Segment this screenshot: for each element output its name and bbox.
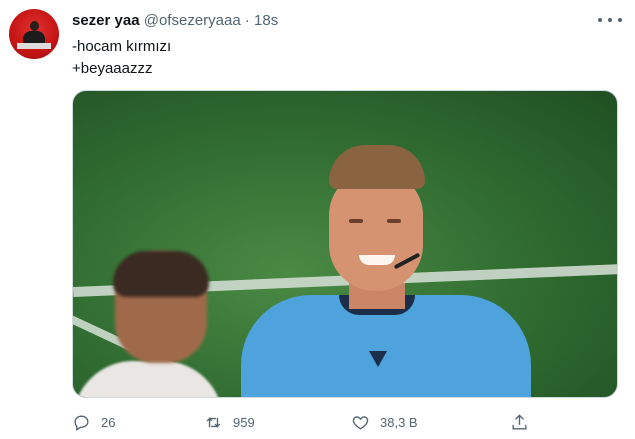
author-name[interactable]: sezer yaa bbox=[72, 12, 140, 29]
tweet-actions: 26 959 38,3 B bbox=[72, 412, 542, 432]
like-heart-icon bbox=[352, 415, 369, 430]
tweet-text: -hocam kırmızı +beyaaazzz bbox=[72, 38, 172, 77]
tweet-timestamp[interactable]: 18s bbox=[254, 12, 278, 29]
retweet-icon bbox=[206, 416, 221, 428]
tweet-header: sezer yaa @ofsezeryaaa · 18s bbox=[72, 11, 278, 31]
separator-dot: · bbox=[244, 12, 250, 29]
referee-hair bbox=[329, 145, 425, 189]
referee-smile bbox=[359, 255, 395, 265]
referee-eye bbox=[387, 219, 401, 223]
retweet-button[interactable]: 959 bbox=[204, 412, 255, 432]
more-horizontal-icon[interactable] bbox=[598, 12, 622, 28]
referee-face bbox=[329, 171, 423, 291]
retweet-count: 959 bbox=[233, 414, 255, 430]
more-dot bbox=[618, 18, 622, 22]
more-dot bbox=[608, 18, 612, 22]
referee-eye bbox=[349, 219, 363, 223]
avatar[interactable] bbox=[9, 9, 59, 59]
avatar-figure-desk bbox=[17, 43, 51, 49]
shirt-logo bbox=[369, 351, 387, 367]
player-shirt bbox=[73, 361, 223, 397]
player-figure bbox=[73, 251, 223, 397]
player-hair bbox=[113, 251, 209, 297]
reply-button[interactable]: 26 bbox=[72, 412, 115, 432]
reply-icon bbox=[74, 414, 89, 431]
share-icon bbox=[512, 413, 527, 430]
avatar-figure-head bbox=[30, 21, 39, 31]
referee-figure bbox=[241, 145, 531, 397]
more-dot bbox=[598, 18, 602, 22]
like-button[interactable]: 38,3 B bbox=[351, 412, 418, 432]
like-count: 38,3 B bbox=[380, 414, 418, 430]
tweet-media-image[interactable] bbox=[72, 90, 618, 398]
share-button[interactable] bbox=[510, 412, 529, 432]
reply-count: 26 bbox=[101, 414, 116, 430]
author-handle[interactable]: @ofsezeryaaa bbox=[144, 12, 241, 29]
